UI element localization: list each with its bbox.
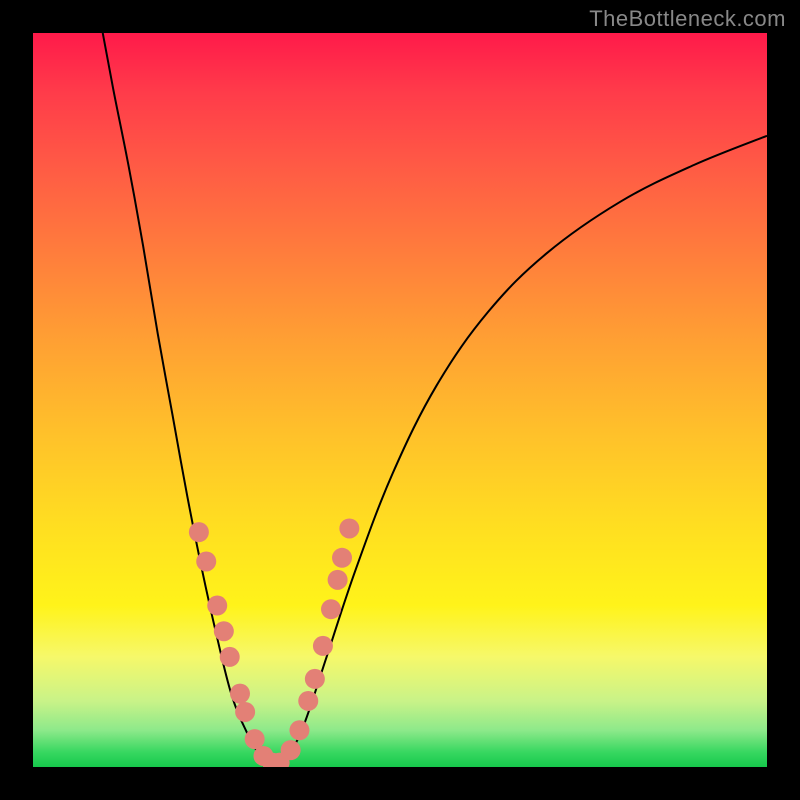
chart-container: TheBottleneck.com [0,0,800,800]
marker-group [189,518,359,767]
curve-left [103,33,275,765]
data-marker [214,621,234,641]
data-marker [313,636,333,656]
data-marker [207,596,227,616]
data-marker [289,720,309,740]
data-marker [328,570,348,590]
watermark-text: TheBottleneck.com [589,6,786,32]
data-marker [339,518,359,538]
data-marker [298,691,318,711]
data-marker [321,599,341,619]
data-marker [245,729,265,749]
data-marker [235,702,255,722]
curve-right [275,136,767,765]
data-marker [189,522,209,542]
plot-svg [33,33,767,767]
data-marker [220,647,240,667]
data-marker [305,669,325,689]
data-marker [281,740,301,760]
data-marker [230,684,250,704]
data-marker [196,551,216,571]
plot-area [33,33,767,767]
data-marker [332,548,352,568]
